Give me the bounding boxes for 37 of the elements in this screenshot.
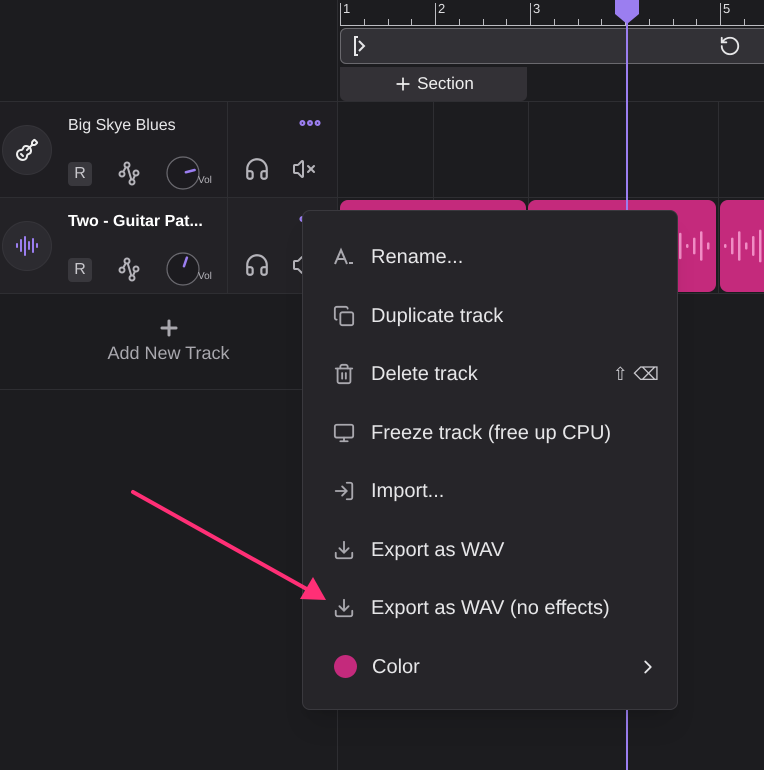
track-name[interactable]: Big Skye Blues <box>68 114 214 138</box>
menu-item[interactable]: Export as WAV (no effects) <box>303 579 677 638</box>
waveform-icon <box>15 234 39 258</box>
track-header[interactable]: Two - Guitar Pat... R Vol <box>0 198 337 294</box>
download-icon <box>333 597 355 620</box>
menu-item[interactable]: Color <box>303 638 677 696</box>
shortcut-hint: ⇧ ⌫ <box>612 362 659 387</box>
record-arm-button[interactable]: R <box>68 162 92 186</box>
text-icon <box>333 247 355 268</box>
bar-number: 5 <box>723 2 730 15</box>
guitar-icon <box>15 138 39 162</box>
track-name[interactable]: Two - Guitar Pat... <box>68 210 214 234</box>
knob-label: Vol <box>198 272 212 282</box>
record-arm-button[interactable]: R <box>68 258 92 282</box>
bar-number: 1 <box>343 2 350 15</box>
loop-icon[interactable] <box>719 35 741 57</box>
download-icon <box>333 538 355 561</box>
monitor-icon <box>333 422 355 444</box>
volume-knob[interactable] <box>166 252 200 286</box>
bar-number: 3 <box>533 2 540 15</box>
headphones-icon[interactable] <box>244 252 270 278</box>
menu-item[interactable]: Freeze track (free up CPU) <box>303 404 677 462</box>
automation-icon[interactable] <box>117 257 141 283</box>
section-button[interactable]: Section <box>340 67 527 101</box>
menu-item[interactable]: Import... <box>303 462 677 520</box>
headphones-icon[interactable] <box>244 156 270 182</box>
bar-number: 2 <box>438 2 446 15</box>
menu-item[interactable]: Export as WAV <box>303 520 677 579</box>
knob-label: Vol <box>198 176 212 186</box>
automation-icon[interactable] <box>117 161 141 187</box>
import-icon <box>333 480 355 502</box>
copy-icon <box>333 304 355 327</box>
volume-knob[interactable] <box>166 156 200 190</box>
trash-icon <box>333 363 355 386</box>
mute-icon[interactable] <box>292 157 316 181</box>
bracket-icon[interactable] <box>353 35 367 57</box>
track-header[interactable]: Big Skye Blues R Vol <box>0 102 337 198</box>
